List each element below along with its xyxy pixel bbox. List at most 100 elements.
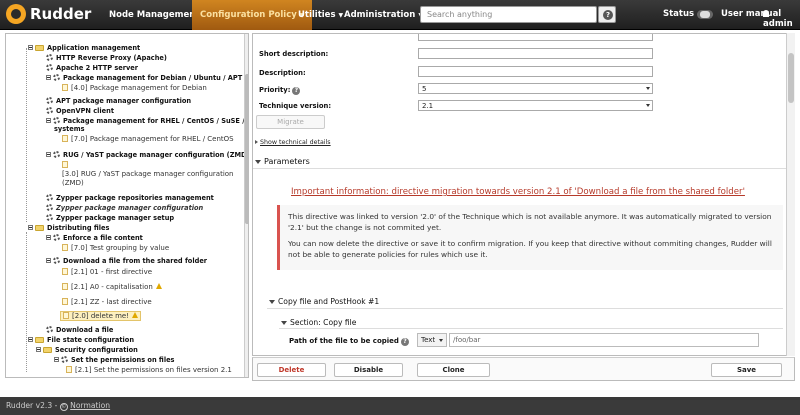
technique-icon — [46, 64, 53, 71]
nav-label: Configuration Policy — [200, 10, 297, 20]
form-scrollbar-thumb[interactable] — [788, 53, 794, 103]
directive-form-panel: Short description: Description: Priority… — [252, 33, 786, 356]
technique-icon — [46, 107, 53, 114]
status-toggle-icon — [697, 9, 714, 19]
tree-directive[interactable]: [7.0] Test grouping by value — [62, 244, 169, 252]
technique-icon — [46, 214, 53, 221]
tree-folder[interactable]: File state configuration — [28, 336, 134, 344]
collapse-icon — [46, 75, 51, 80]
rudder-logo-icon — [6, 4, 26, 24]
migrate-button[interactable]: Migrate — [256, 115, 325, 129]
show-technical-details-link[interactable]: Show technical details — [255, 139, 331, 146]
user-icon — [763, 10, 769, 17]
tree-directive-icon-row — [62, 161, 71, 169]
tree-technique[interactable]: Zypper package manager setup — [46, 214, 174, 222]
delete-button[interactable]: Delete — [257, 363, 326, 377]
tree-label: Enforce a file content — [63, 234, 143, 242]
tree-technique[interactable]: APT package manager configuration — [46, 97, 191, 105]
parameters-header[interactable]: Parameters — [255, 157, 310, 166]
tree-technique[interactable]: OpenVPN client — [46, 107, 114, 115]
folder-icon — [43, 347, 52, 353]
collapse-icon — [281, 321, 287, 325]
tree-folder[interactable]: Application management — [28, 44, 140, 52]
tree-guide-line — [26, 48, 27, 222]
tree-label: [2.1] Set the permissions on files versi… — [75, 366, 232, 374]
tree-folder[interactable]: Security configuration — [36, 346, 138, 354]
tree-label: [4.0] Package management for Debian — [71, 84, 207, 92]
tree-technique[interactable]: Download a file from the shared folder — [46, 257, 207, 265]
technique-icon — [53, 74, 60, 81]
technique-version-select[interactable]: 2.1 — [418, 100, 653, 111]
clone-button[interactable]: Clone — [417, 363, 490, 377]
technique-icon — [61, 356, 68, 363]
section-header[interactable]: Copy file and PostHook #1 — [269, 297, 379, 306]
tree-directive[interactable]: [2.1] ZZ - last directive — [62, 298, 152, 306]
tree-directive[interactable]: [4.0] Package management for Debian — [62, 84, 207, 92]
company-link[interactable]: Normation — [70, 401, 110, 410]
copyright-icon: © — [59, 403, 68, 411]
tree-scrollbar-thumb[interactable] — [245, 74, 248, 224]
priority-select[interactable]: 5 — [418, 83, 653, 94]
search-input[interactable]: Search anything — [420, 6, 597, 23]
value-type-select[interactable]: Text — [417, 333, 447, 347]
tree-label: OpenVPN client — [56, 107, 114, 115]
name-field-partial[interactable] — [418, 34, 653, 41]
tree-directive[interactable]: [2.1] 01 - first directive — [62, 268, 152, 276]
warning-icon — [155, 283, 162, 289]
tree-label: File state configuration — [47, 336, 135, 344]
folder-icon — [35, 45, 44, 51]
directive-icon — [62, 268, 68, 275]
tree-technique[interactable]: RUG / YaST package manager configuration… — [46, 151, 248, 159]
tree-label: Apache 2 HTTP server — [56, 64, 138, 72]
collapse-icon — [28, 225, 33, 230]
search-help-button[interactable]: ? — [598, 6, 616, 23]
technique-icon — [53, 234, 60, 241]
tree-technique[interactable]: Enforce a file content — [46, 234, 143, 242]
expand-icon — [255, 140, 258, 144]
user-menu[interactable]: admin — [763, 9, 800, 29]
tree-directive[interactable]: [7.0] Package management for RHEL / Cent… — [62, 135, 234, 143]
directive-icon — [62, 283, 68, 290]
tree-scrollbar[interactable] — [244, 34, 248, 377]
form-scrollbar[interactable] — [786, 33, 795, 356]
collapse-icon — [255, 160, 261, 164]
tree-label: Zypper package manager setup — [56, 214, 175, 222]
tree-directive[interactable]: [2.1] Set the permissions on files versi… — [66, 366, 232, 374]
tree-label: [2.1] A0 - capitalisation — [71, 283, 153, 291]
short-description-input[interactable] — [418, 48, 653, 59]
tree-label: Set the permissions on files — [71, 356, 175, 364]
technique-icon — [53, 117, 60, 124]
help-icon[interactable]: ? — [400, 338, 409, 346]
tree-label: [2.0] delete me! — [72, 312, 130, 320]
directive-icon — [62, 135, 68, 142]
tree-technique[interactable]: Set the permissions on files — [54, 356, 174, 364]
save-button[interactable]: Save — [711, 363, 782, 377]
tree-label: Package management for Debian / Ubuntu /… — [63, 74, 248, 82]
description-input[interactable] — [418, 66, 653, 77]
section-title: Section: Copy file — [290, 318, 357, 327]
path-label: Path of the file to be copied? — [289, 337, 409, 346]
help-icon[interactable]: ? — [292, 87, 301, 95]
path-input[interactable]: /foo/bar — [449, 333, 759, 347]
disable-button[interactable]: Disable — [334, 363, 403, 377]
tree-technique[interactable]: Package management for Debian / Ubuntu /… — [46, 74, 248, 82]
footer: Rudder v2.3 - © Normation — [0, 397, 800, 415]
tree-technique[interactable]: Zypper package repositories management — [46, 194, 214, 202]
status-menu[interactable]: Status — [663, 9, 714, 19]
tree-technique[interactable]: Apache 2 HTTP server — [46, 64, 138, 72]
nav-administration[interactable]: Administration▼ — [336, 0, 431, 30]
tree-technique[interactable]: HTTP Reverse Proxy (Apache) — [46, 54, 167, 62]
tree-directive-selected[interactable]: [2.0] delete me! — [60, 311, 142, 321]
action-bar: Delete Disable Clone Save — [252, 357, 795, 381]
tree-technique-disabled[interactable]: Zypper package manager configuration — [46, 204, 203, 212]
directive-icon — [62, 84, 68, 91]
section-title: Copy file and PostHook #1 — [278, 297, 380, 306]
tree-folder[interactable]: Distributing files — [28, 224, 109, 232]
tree-directive[interactable]: [2.1] A0 - capitalisation — [62, 283, 162, 291]
rudder-logo[interactable]: Rudder — [6, 4, 91, 24]
tree-technique[interactable]: Package management for RHEL / CentOS / S… — [46, 117, 248, 125]
tree-technique[interactable]: Download a file — [46, 326, 113, 334]
tree-directive[interactable]: [3.0] RUG / YaST package manager configu… — [62, 170, 233, 178]
technique-version-label: Technique version: — [259, 102, 332, 110]
subsection-header[interactable]: Section: Copy file — [281, 318, 356, 327]
